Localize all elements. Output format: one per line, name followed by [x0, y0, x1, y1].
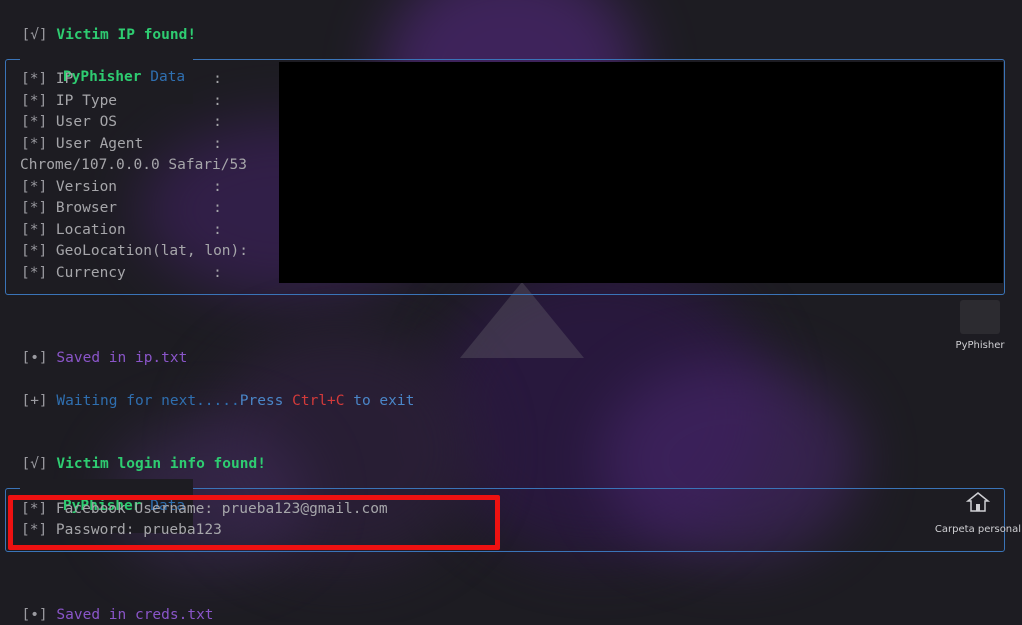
home-folder-icon	[958, 484, 998, 518]
credentials-highlight-box	[8, 495, 500, 550]
row-version: [*] Version :	[21, 179, 222, 195]
login-found-line: [√] Victim login info found!	[21, 456, 266, 472]
row-user-agent: [*] User Agent :	[21, 136, 222, 152]
row-user-agent-continued: Chrome/107.0.0.0 Safari/53	[20, 157, 247, 173]
desktop-icon-pyphisher[interactable]: PyPhisher	[948, 300, 1012, 351]
redaction-box	[279, 62, 1003, 283]
pyphisher-app-icon	[960, 300, 1000, 334]
row-geolocation: [*] GeoLocation(lat, lon):	[21, 243, 248, 259]
desktop-icon-label: PyPhisher	[955, 340, 1005, 351]
desktop-icon-home-folder[interactable]: Carpeta personal	[934, 484, 1022, 535]
desktop-icon-label: Carpeta personal	[934, 524, 1022, 535]
saved-creds-line: [•] Saved in creds.txt	[21, 607, 214, 623]
row-currency: [*] Currency :	[21, 265, 222, 281]
row-browser: [*] Browser :	[21, 200, 222, 216]
row-user-os: [*] User OS :	[21, 114, 222, 130]
row-ip-type: [*] IP Type :	[21, 93, 222, 109]
login-found-message: Victim login info found!	[56, 456, 266, 472]
waiting-line: [+] Waiting for next.....Press Ctrl+C to…	[21, 393, 415, 409]
status-bracket: [√]	[21, 27, 48, 43]
saved-ip-line: [•] Saved in ip.txt	[21, 350, 188, 366]
ip-found-message: Victim IP found!	[56, 27, 197, 43]
row-ip: [*] IP :	[21, 71, 222, 87]
row-location: [*] Location :	[21, 222, 222, 238]
ip-found-line: [√] Victim IP found!	[4, 5, 196, 45]
